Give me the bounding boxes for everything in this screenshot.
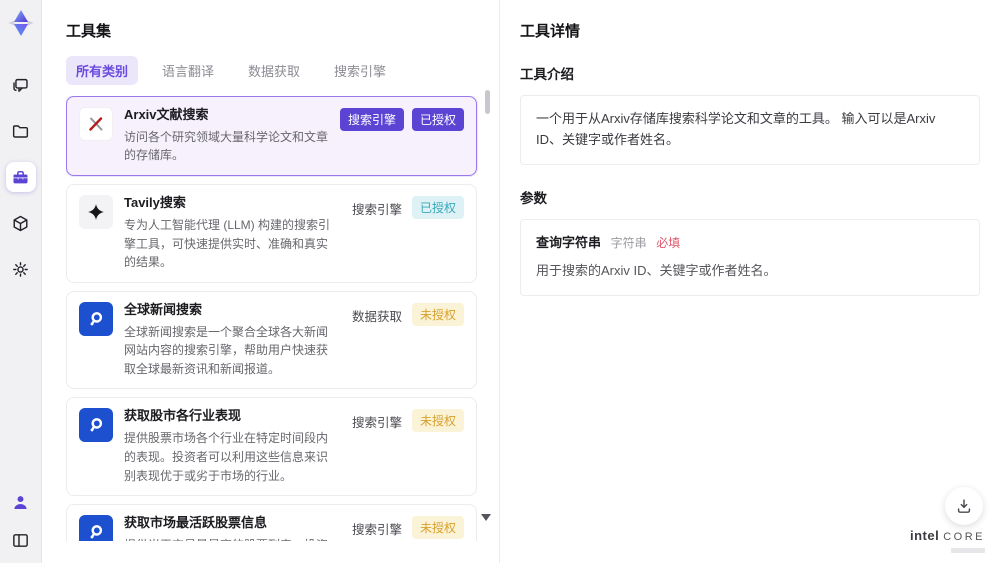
tool-badges: 数据获取 未授权: [350, 302, 464, 379]
category-tab[interactable]: 语言翻译: [152, 56, 224, 85]
param-header: 查询字符串 字符串 必填: [536, 233, 964, 254]
param-type: 字符串: [610, 235, 647, 250]
tool-auth-badge: 未授权: [411, 409, 464, 433]
arxiv-x-icon: [79, 107, 113, 141]
param-box: 查询字符串 字符串 必填 用于搜索的Arxiv ID、关键字或作者姓名。: [520, 218, 980, 297]
tool-title: Tavily搜索: [124, 195, 186, 211]
core-wordmark: core: [943, 531, 985, 543]
tool-title: 获取市场最活跃股票信息: [124, 515, 268, 531]
tool-card[interactable]: Arxiv文献搜索 访问各个研究领域大量科学论文和文章的存储库。 搜索引擎 已授…: [66, 96, 477, 177]
category-tab[interactable]: 搜索引擎: [324, 56, 396, 85]
tool-badges: 搜索引擎 已授权: [350, 195, 464, 272]
category-tab[interactable]: 所有类别: [66, 56, 139, 85]
tool-description: 全球新闻搜索是一个聚合全球各大新闻网站内容的搜索引擎，帮助用户快速获取全球最新资…: [124, 324, 329, 376]
folder-icon[interactable]: [6, 116, 36, 146]
rail-bottom: [6, 487, 36, 555]
tool-main: Arxiv文献搜索 访问各个研究领域大量科学论文和文章的存储库。: [124, 107, 329, 165]
tool-badges: 搜索引擎 已授权: [339, 107, 464, 165]
category-tabs: 所有类别 语言翻译 数据获取 搜索引擎: [66, 56, 499, 85]
gear-icon[interactable]: [6, 254, 36, 284]
cube-icon[interactable]: [6, 208, 36, 238]
rail-nav: [5, 70, 36, 284]
download-icon: [957, 499, 971, 513]
star-icon: [79, 195, 113, 230]
blue-search-icon: [79, 408, 113, 443]
app-window: 工具集 所有类别 语言翻译 数据获取 搜索引擎 Arxiv文献搜索 访问各个研究领域大…: [0, 0, 1000, 563]
download-button[interactable]: [945, 487, 983, 525]
tool-main: 全球新闻搜索 全球新闻搜索是一个聚合全球各大新闻网站内容的搜索引擎，帮助用户快速…: [124, 302, 339, 379]
tool-category-badge: 数据获取: [351, 309, 402, 324]
left-rail: [0, 0, 42, 563]
tool-list: Arxiv文献搜索 访问各个研究领域大量科学论文和文章的存储库。 搜索引擎 已授…: [66, 96, 499, 541]
user-icon[interactable]: [6, 487, 36, 517]
intro-heading: 工具介绍: [520, 67, 574, 82]
tool-category-badge: 搜索引擎: [351, 523, 402, 538]
tool-description: 提供股票市场各个行业在特定时间段内的表现。投资者可以利用这些信息来识别表现优于或…: [124, 431, 329, 483]
param-description: 用于搜索的Arxiv ID、关键字或作者姓名。: [536, 263, 777, 279]
scrollbar-down-arrow-icon[interactable]: [481, 514, 491, 521]
tool-title: 获取股市各行业表现: [124, 408, 242, 424]
tool-main: 获取股市各行业表现 提供股票市场各个行业在特定时间段内的表现。投资者可以利用这些…: [124, 408, 339, 485]
details-title: 工具详情: [520, 23, 581, 40]
tool-main: Tavily搜索 专为人工智能代理 (LLM) 构建的搜索引擎工具，可快速提供实…: [124, 195, 339, 272]
tool-description: 访问各个研究领域大量科学论文和文章的存储库。: [124, 129, 329, 163]
tools-panel-title: 工具集: [66, 23, 112, 40]
tool-category-badge: 搜索引擎: [339, 108, 404, 131]
param-required-badge: 必填: [656, 235, 681, 250]
chat-icon[interactable]: [6, 70, 36, 100]
tool-card[interactable]: 获取市场最活跃股票信息 提供当天交易量最高的股票列表。投资者可以利用这些信息来识…: [66, 504, 477, 541]
app-logo-icon: [6, 8, 36, 38]
blue-search-icon: [79, 301, 113, 336]
intel-sub-badge: [951, 548, 985, 553]
tool-description: 专为人工智能代理 (LLM) 构建的搜索引擎工具，可快速提供实时、准确和真实的结…: [124, 217, 331, 270]
blue-search-icon: [79, 515, 113, 541]
tool-category-badge: 搜索引擎: [351, 203, 402, 218]
tool-card[interactable]: Tavily搜索 专为人工智能代理 (LLM) 构建的搜索引擎工具，可快速提供实…: [66, 184, 477, 283]
tool-badges: 搜索引擎 未授权: [350, 408, 464, 485]
tool-auth-badge: 已授权: [411, 108, 464, 131]
tool-auth-badge: 已授权: [411, 196, 464, 220]
tool-auth-badge: 未授权: [411, 302, 464, 326]
intel-wordmark: intel: [909, 528, 940, 543]
tool-main: 获取市场最活跃股票信息 提供当天交易量最高的股票列表。投资者可以利用这些信息来识…: [124, 515, 339, 541]
tool-card[interactable]: 全球新闻搜索 全球新闻搜索是一个聚合全球各大新闻网站内容的搜索引擎，帮助用户快速…: [66, 290, 477, 390]
category-tab[interactable]: 数据获取: [238, 56, 310, 85]
tool-card[interactable]: 获取股市各行业表现 提供股票市场各个行业在特定时间段内的表现。投资者可以利用这些…: [66, 397, 477, 497]
panel-toggle-icon[interactable]: [6, 525, 36, 555]
intel-core-logo: intel core: [910, 528, 985, 553]
intro-box: 一个用于从Arxiv存储库搜索科学论文和文章的工具。 输入可以是Arxiv ID…: [520, 95, 980, 165]
tool-badges: 搜索引擎 未授权: [350, 515, 464, 541]
params-heading: 参数: [520, 190, 547, 206]
scrollbar-thumb[interactable]: [485, 90, 490, 114]
tool-description: 提供当天交易量最高的股票列表。投资者可以利用这些信息来识别流动性强的股票和潜在的…: [124, 536, 339, 541]
tool-details-panel: 工具详情 工具介绍 一个用于从Arxiv存储库搜索科学论文和文章的工具。 输入可…: [500, 0, 1000, 563]
briefcase-icon[interactable]: [5, 162, 36, 192]
tool-auth-badge: 未授权: [411, 516, 464, 540]
tool-category-badge: 搜索引擎: [351, 416, 402, 431]
tool-title: Arxiv文献搜索: [124, 107, 209, 122]
tools-panel: 工具集 所有类别 语言翻译 数据获取 搜索引擎 Arxiv文献搜索 访问各个研究领域大…: [42, 0, 500, 563]
param-name: 查询字符串: [536, 234, 602, 250]
tool-title: 全球新闻搜索: [124, 301, 203, 317]
